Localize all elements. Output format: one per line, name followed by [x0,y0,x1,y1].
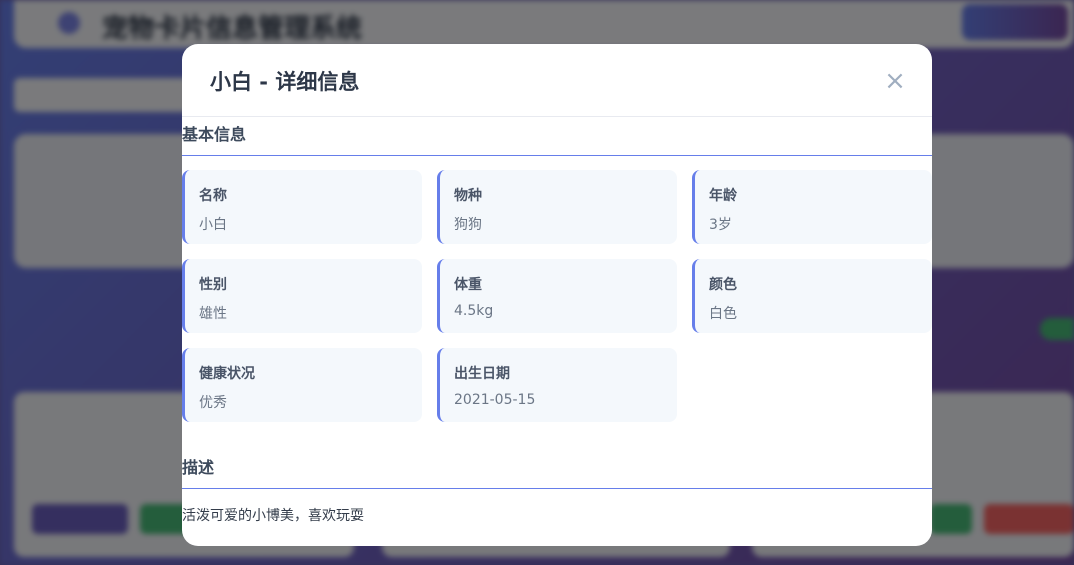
description-heading: 描述 [182,450,932,489]
modal-title: 小白 - 详细信息 [210,70,360,94]
info-value: 狗狗 [454,217,482,233]
modal-header: 小白 - 详细信息 × [182,44,932,117]
info-label: 名称 [199,188,227,204]
info-label: 性别 [199,277,227,293]
info-label: 年龄 [709,188,737,204]
info-value: 白色 [709,306,737,322]
info-grid: 名称 小白 物种 狗狗 年龄 3岁 性别 雄性 体重 4.5kg 颜色 白色 健… [182,170,932,422]
info-label: 出生日期 [454,366,510,382]
info-item-gender: 性别 雄性 [182,259,422,333]
info-item-species: 物种 狗狗 [437,170,677,244]
description-text: 活泼可爱的小博美，喜欢玩耍 [182,508,364,524]
info-item-color: 颜色 白色 [692,259,932,333]
info-value: 3岁 [709,217,732,233]
info-value: 2021-05-15 [454,392,536,408]
info-label: 物种 [454,188,482,204]
info-item-health: 健康状况 优秀 [182,348,422,422]
basic-info-heading: 基本信息 [182,117,932,156]
info-value: 优秀 [199,395,227,411]
close-icon[interactable]: × [884,68,906,94]
info-item-weight: 体重 4.5kg [437,259,677,333]
pet-detail-modal: 小白 - 详细信息 × 基本信息 名称 小白 物种 狗狗 年龄 3岁 性别 雄性… [182,44,932,546]
info-item-name: 名称 小白 [182,170,422,244]
description-section: 描述 活泼可爱的小博美，喜欢玩耍 [182,450,932,525]
info-label: 健康状况 [199,366,255,382]
modal-body: 基本信息 名称 小白 物种 狗狗 年龄 3岁 性别 雄性 体重 4.5kg 颜色… [182,117,932,525]
info-label: 体重 [454,277,482,293]
info-item-age: 年龄 3岁 [692,170,932,244]
info-value: 小白 [199,217,227,233]
info-value: 雄性 [199,306,227,322]
info-item-birthdate: 出生日期 2021-05-15 [437,348,677,422]
info-label: 颜色 [709,277,737,293]
info-value: 4.5kg [454,303,494,319]
